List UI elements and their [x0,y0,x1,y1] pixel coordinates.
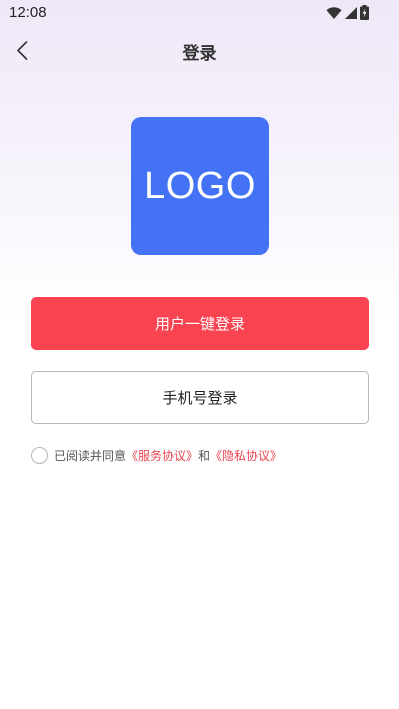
wifi-icon [326,6,342,20]
battery-charging-icon [360,5,369,20]
app-logo: LOGO [131,117,269,255]
cellular-signal-icon [344,6,358,20]
agreement-row: 已阅读并同意 《服务协议》 和 《隐私协议》 [31,447,282,464]
page-title: 登录 [182,44,217,64]
one-click-login-button[interactable]: 用户一键登录 [31,297,369,350]
status-icons [326,5,369,20]
phone-login-button[interactable]: 手机号登录 [31,371,369,424]
nav-bar: 登录 [0,30,399,70]
agreement-conjunction-text: 和 [198,449,211,463]
privacy-agreement-link[interactable]: 《隐私协议》 [210,447,282,464]
status-time: 12:08 [9,4,47,21]
logo-text: LOGO [144,164,256,207]
status-bar: 12:08 [0,0,399,28]
agreement-checkbox[interactable] [31,447,48,464]
service-agreement-link[interactable]: 《服务协议》 [126,447,198,464]
agreement-prefix-text: 已阅读并同意 [54,449,127,463]
